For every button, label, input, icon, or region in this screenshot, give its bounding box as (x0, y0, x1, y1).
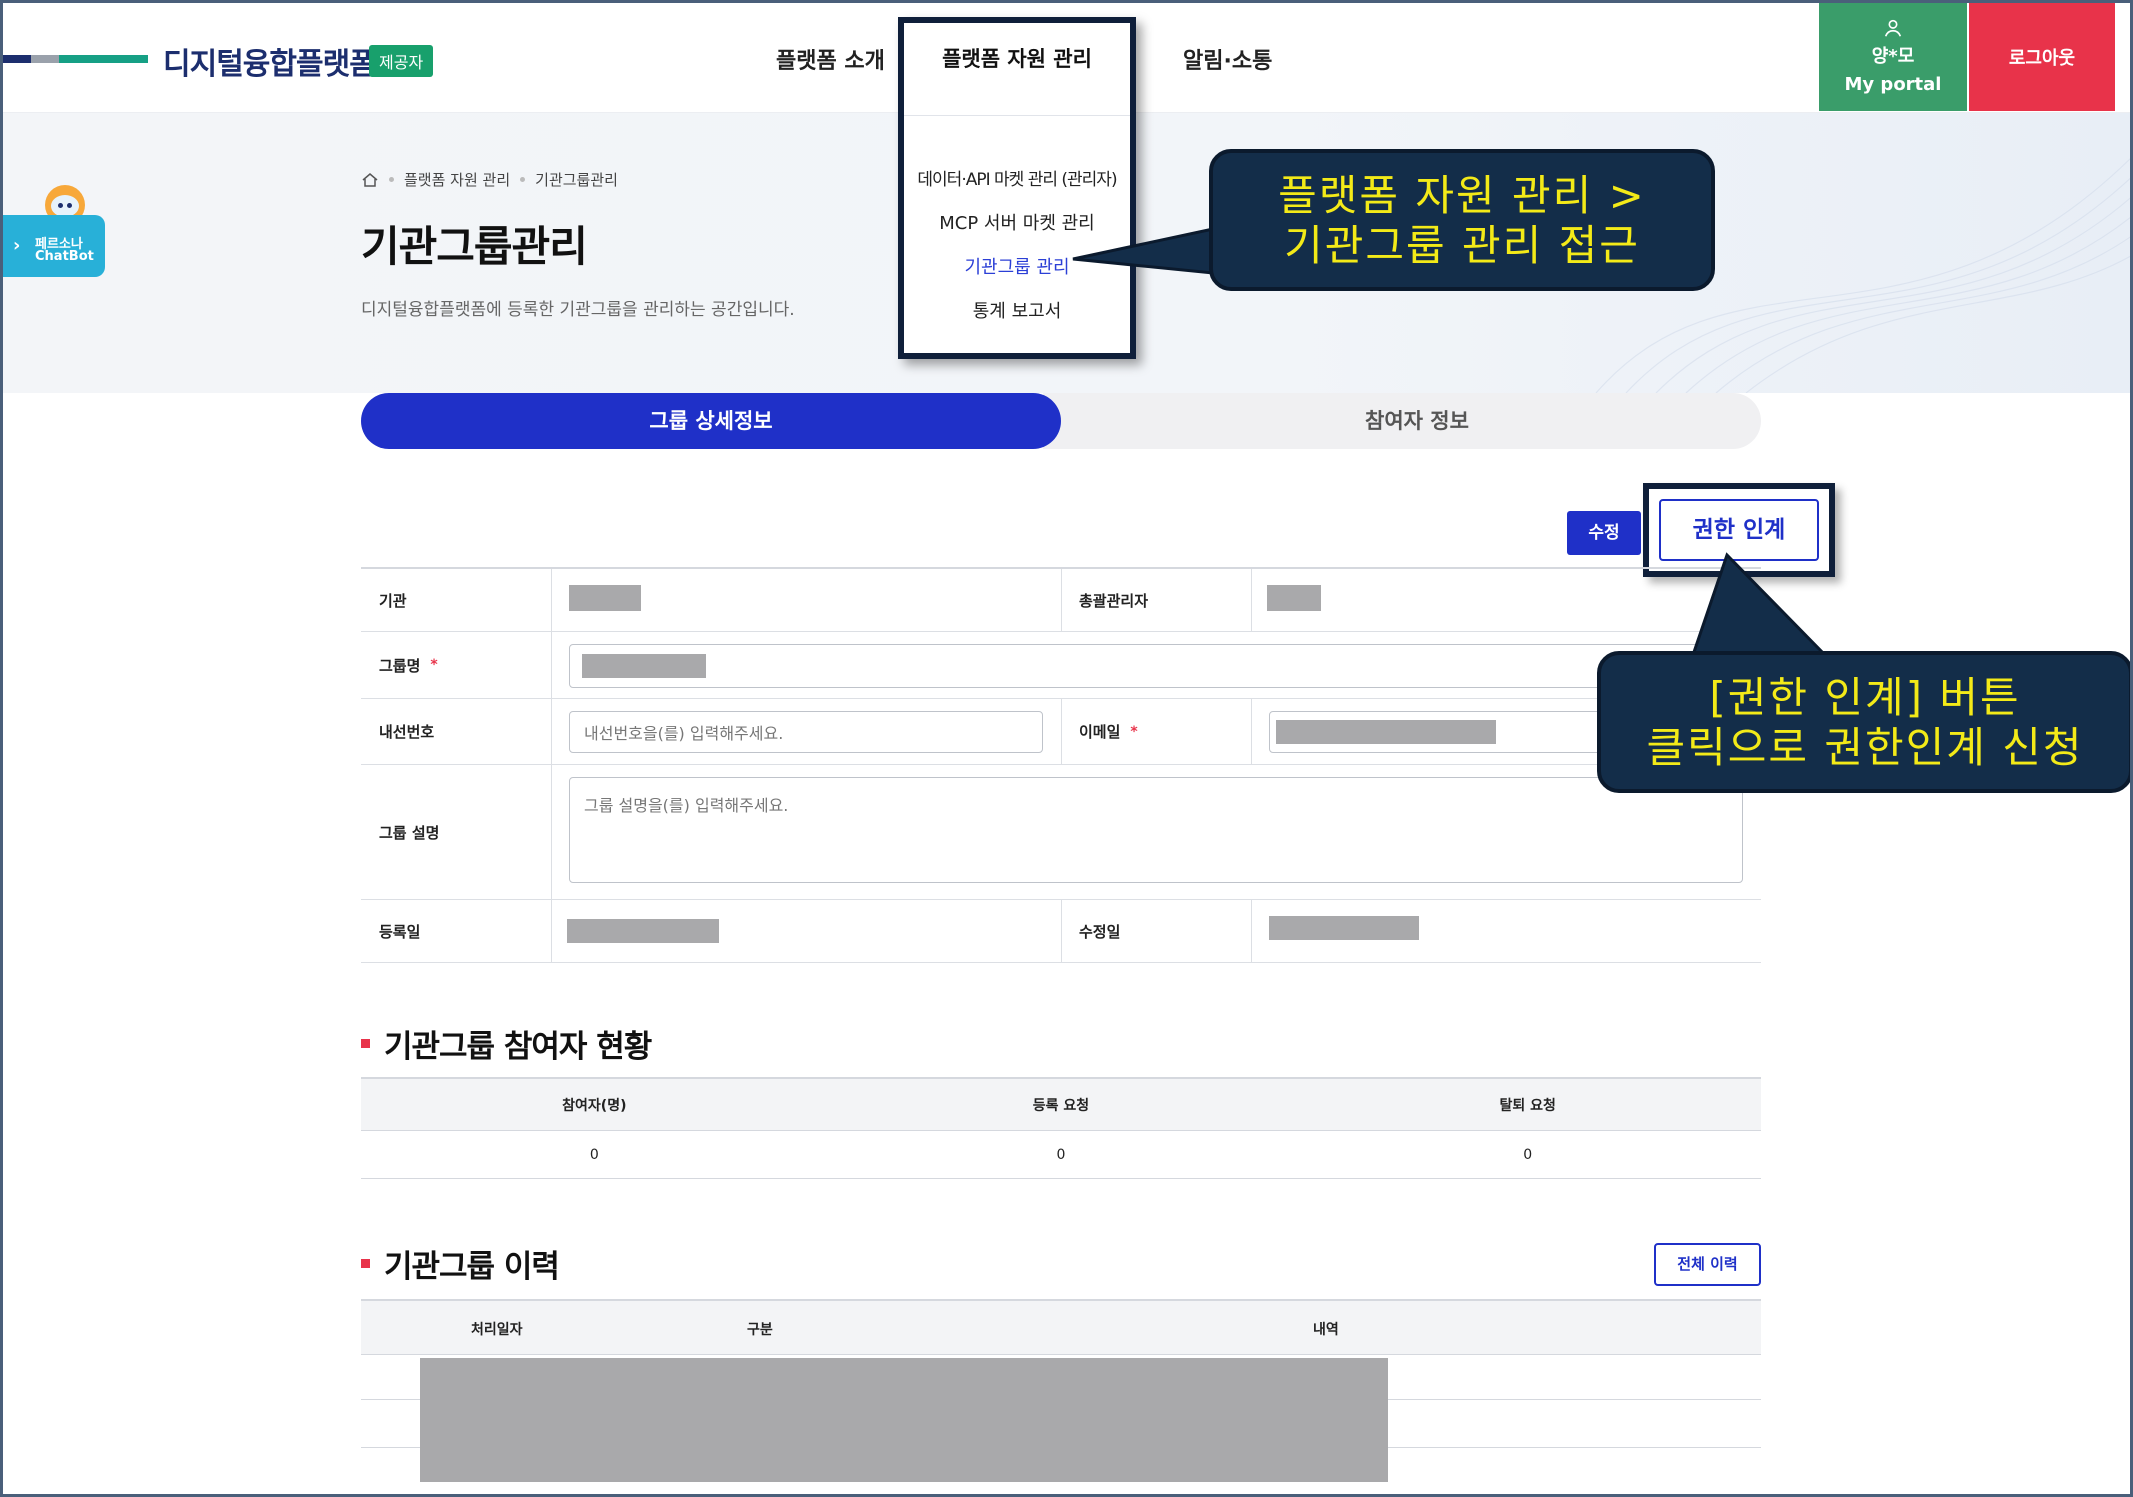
table-header-row: 참여자(명) 등록 요청 탈퇴 요청 (361, 1077, 1761, 1131)
menu-item-stats-report[interactable]: 통계 보고서 (904, 297, 1130, 323)
transfer-authority-button[interactable]: 권한 인계 (1659, 499, 1819, 561)
nav-notice-communication[interactable]: 알림·소통 (1183, 43, 1272, 75)
form-row-contact: 내선번호 내선번호을(를) 입력해주세요. 이메일 * (361, 699, 1761, 765)
mod-date-label: 수정일 (1079, 922, 1121, 941)
form-row-description: 그룹 설명 그룹 설명을(를) 입력해주세요. (361, 765, 1761, 900)
table-cell: 0 (1056, 1146, 1066, 1163)
table-header: 구분 (747, 1322, 773, 1338)
org-label: 기관 (379, 591, 407, 610)
table-header: 내역 (1313, 1322, 1339, 1338)
history-rows-redacted (420, 1358, 1388, 1482)
home-icon[interactable] (361, 172, 379, 188)
page-description: 디지털융합플랫폼에 등록한 기관그룹을 관리하는 공간입니다. (361, 300, 795, 320)
my-portal-label: My portal (1844, 74, 1942, 95)
group-name-label: 그룹명 * (379, 656, 438, 675)
logo-mark (3, 55, 148, 63)
desc-label: 그룹 설명 (379, 823, 440, 842)
menu-item-data-api-market[interactable]: 데이터·API 마켓 관리 (관리자) (904, 165, 1130, 190)
screenshot-frame: 디지털융합플랫폼 제공자 플랫폼 소개 알림·소통 양*모 My portal … (0, 0, 2133, 1497)
breadcrumb: 플랫폼 자원 관리 기관그룹관리 (361, 169, 618, 190)
desc-placeholder: 그룹 설명을(를) 입력해주세요. (584, 796, 789, 815)
table-header: 탈퇴 요청 (1499, 1097, 1556, 1114)
section-marker (361, 1039, 370, 1048)
section-marker (361, 1259, 370, 1268)
all-history-button[interactable]: 전체 이력 (1654, 1243, 1761, 1286)
annotation-callout-menu: 플랫폼 자원 관리 > 기관그룹 관리 접근 (1209, 149, 1715, 291)
table-header: 처리일자 (471, 1322, 523, 1338)
annotation-callout-transfer: [권한 인계] 버튼 클릭으로 권한인계 신청 (1597, 651, 2130, 793)
chevron-right-icon: › (13, 235, 21, 256)
table-cell: 0 (1523, 1146, 1533, 1163)
ext-label: 내선번호 (379, 723, 435, 741)
org-value-redacted (569, 585, 641, 611)
table-header-row: 처리일자 구분 내역 (361, 1299, 1761, 1355)
nav-platform-intro[interactable]: 플랫폼 소개 (776, 43, 885, 75)
form-row-org: 기관 총괄관리자 (361, 569, 1761, 632)
ext-placeholder: 내선번호을(를) 입력해주세요. (584, 724, 784, 743)
email-value-redacted (1276, 720, 1496, 744)
table-header: 등록 요청 (1032, 1097, 1090, 1114)
required-mark: * (1130, 723, 1138, 740)
email-label: 이메일 * (1079, 723, 1138, 741)
user-icon (1884, 19, 1902, 37)
mod-date-redacted (1269, 916, 1419, 940)
breadcrumb-item[interactable]: 플랫폼 자원 관리 (404, 169, 510, 190)
nav-resource-management[interactable]: 플랫폼 자원 관리 (904, 43, 1130, 73)
table-header: 참여자(명) (562, 1097, 627, 1114)
logout-button[interactable]: 로그아웃 (1969, 3, 2115, 111)
reg-date-redacted (567, 919, 719, 943)
required-mark: * (430, 657, 438, 673)
group-detail-form: 기관 총괄관리자 그룹명 * 내선번호 내선번호을(를) 입력해주세요. 이메일… (361, 567, 1761, 963)
history-section-title: 기관그룹 이력 (361, 1241, 560, 1286)
edit-button[interactable]: 수정 (1567, 511, 1641, 555)
transfer-highlight-box: 권한 인계 (1643, 483, 1835, 577)
admin-value-redacted (1267, 585, 1321, 611)
history-table: 처리일자 구분 내역 (361, 1299, 1761, 1355)
tab-group-details[interactable]: 그룹 상세정보 (361, 393, 1061, 449)
group-name-input[interactable] (569, 644, 1729, 688)
tab-participant-info[interactable]: 참여자 정보 (1043, 393, 1761, 449)
menu-item-mcp-market[interactable]: MCP 서버 마켓 관리 (904, 209, 1130, 235)
menu-item-org-group[interactable]: 기관그룹 관리 (904, 253, 1130, 279)
chatbot-label: ChatBot (35, 249, 94, 264)
my-portal-button[interactable]: 양*모 My portal (1819, 3, 1967, 111)
email-input[interactable] (1269, 711, 1629, 753)
participants-table: 참여자(명) 등록 요청 탈퇴 요청 0 0 0 (361, 1077, 1761, 1179)
breadcrumb-current: 기관그룹관리 (535, 171, 618, 189)
reg-date-label: 등록일 (379, 922, 421, 941)
chatbot-toggle[interactable]: › 페르소나 ChatBot (3, 215, 105, 277)
group-name-value-redacted (582, 654, 706, 678)
desc-textarea[interactable]: 그룹 설명을(를) 입력해주세요. (569, 777, 1743, 883)
provider-badge: 제공자 (369, 45, 434, 77)
ext-input[interactable]: 내선번호을(를) 입력해주세요. (569, 711, 1043, 753)
admin-label: 총괄관리자 (1079, 591, 1149, 610)
user-name: 양*모 (1871, 46, 1915, 67)
logo-text[interactable]: 디지털융합플랫폼 (163, 39, 377, 83)
participants-section-title: 기관그룹 참여자 현황 (361, 1021, 652, 1066)
resource-management-menu: 플랫폼 자원 관리 데이터·API 마켓 관리 (관리자) MCP 서버 마켓 … (898, 17, 1136, 359)
page-title: 기관그룹관리 (361, 222, 588, 271)
table-cell: 0 (589, 1146, 599, 1163)
form-row-group-name: 그룹명 * (361, 632, 1761, 699)
table-row: 0 0 0 (361, 1131, 1761, 1179)
form-row-dates: 등록일 수정일 (361, 900, 1761, 963)
